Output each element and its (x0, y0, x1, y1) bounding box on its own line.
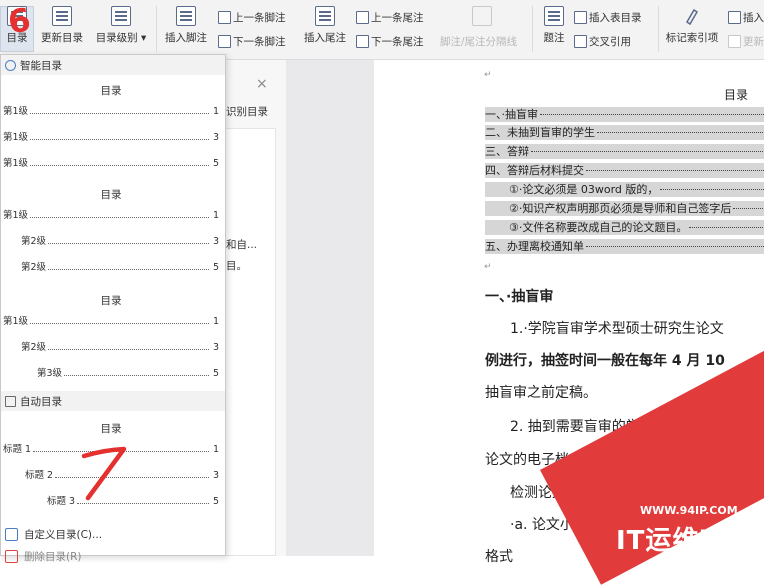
doc-toc-title: 目录 (724, 88, 749, 102)
prev-endnote-button[interactable]: 上一条尾注 (356, 10, 424, 25)
next-endnote-button[interactable]: 下一条尾注 (356, 34, 424, 49)
cross-ref-icon (574, 35, 587, 48)
hierarchy-icon (111, 6, 131, 26)
doc-heading: 一、·抽盲审 (485, 289, 554, 305)
delete-toc-item[interactable]: 删除目录(R) (5, 549, 82, 564)
caption-button[interactable]: 题注 (540, 6, 568, 45)
document-margin (286, 60, 374, 556)
annotation-seven-text: 7 (78, 446, 79, 447)
doc-toc-entry: 一、·抽盲审 (485, 107, 764, 122)
index-icon (728, 11, 741, 24)
chevron-down-icon: ▾ (137, 32, 147, 44)
toc-level-button[interactable]: 目录级别 ▾ (92, 6, 150, 45)
prev-footnote-button[interactable]: 上一条脚注 (218, 10, 286, 25)
pane-card (218, 128, 276, 556)
toc-template-title: 目录 (100, 423, 122, 435)
pane-text: 和自... (226, 239, 258, 251)
insert-table-toc-button[interactable]: 插入表目录 (574, 10, 642, 25)
custom-toc-item[interactable]: 自定义目录(C)... (5, 527, 102, 542)
table-toc-icon (574, 11, 587, 24)
watermark-name: IT运维空间 (616, 526, 754, 556)
update-index-icon (728, 35, 741, 48)
doc-toc-entry: 五、办理离校通知单 (485, 239, 764, 254)
doc-paragraph: 抽盲审之前定稿。 (485, 385, 597, 401)
edit-doc-icon (5, 528, 18, 541)
refresh-doc-icon (52, 6, 72, 26)
delete-doc-icon (5, 550, 18, 563)
prev-footnote-icon (218, 11, 231, 24)
endnote-icon (315, 6, 335, 26)
doc-toc-entry: ③·文件名称要改成自己的论文题目。 (485, 220, 764, 235)
mark-index-button[interactable]: 标记索引项 (664, 6, 720, 45)
paragraph-mark: ↵ (484, 70, 492, 80)
ribbon-toolbar: 目录 6 更新目录 目录级别 ▾ 插入脚注 上一条脚注 下一条脚注 插入尾注 上… (0, 0, 764, 60)
cross-reference-button[interactable]: 交叉引用 (574, 34, 631, 49)
doc-toc-entry: 三、答辩 (485, 144, 764, 159)
ribbon-separator (658, 6, 659, 52)
doc-paragraph: 例进行，抽签时间一般在每年 4 月 10 (485, 353, 725, 369)
pane-text: 目。 (226, 260, 247, 272)
next-endnote-icon (356, 35, 369, 48)
doc-toc-entry: 四、答辩后材料提交 (485, 163, 764, 178)
insert-index-button[interactable]: 插入 (728, 10, 764, 25)
pane-title: 识别目录 (226, 106, 268, 118)
update-toc-button[interactable]: 更新目录 (38, 6, 86, 45)
close-icon[interactable]: × (256, 76, 268, 92)
ribbon-separator (532, 6, 533, 52)
pen-icon (682, 6, 702, 26)
footnote-separator-icon (470, 6, 494, 30)
update-index-button[interactable]: 更新 (728, 34, 764, 49)
doc-toc-entry: 二、未抽到盲审的学生 (485, 125, 764, 140)
ribbon-separator (156, 6, 157, 52)
doc-paragraph: 格式 (485, 549, 513, 565)
prev-endnote-icon (356, 11, 369, 24)
next-footnote-button[interactable]: 下一条脚注 (218, 34, 286, 49)
doc-paragraph: 1.·学院盲审学术型硕士研究生论文 (510, 321, 724, 337)
footnote-separator-button[interactable]: 脚注/尾注分隔线 (440, 34, 517, 49)
annotation-number-seven: 7 (78, 446, 127, 501)
watermark-site: WWW.94IP.COM (640, 504, 738, 517)
paragraph-mark: ↵ (484, 262, 492, 272)
doc-toc-entry: ①·论文必须是 03word 版的， (485, 182, 764, 197)
insert-footnote-button[interactable]: 插入脚注 (162, 6, 210, 45)
insert-endnote-button[interactable]: 插入尾注 (300, 6, 350, 45)
caption-icon (544, 6, 564, 26)
footnote-icon (176, 6, 196, 26)
next-footnote-icon (218, 35, 231, 48)
doc-toc-entry: ②·知识产权声明那页必须是导师和自己签字后 (485, 201, 764, 216)
